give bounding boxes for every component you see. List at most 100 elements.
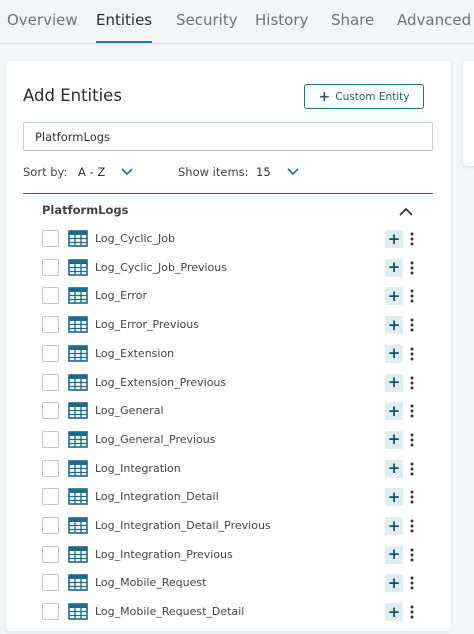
add-entity-button[interactable]: + <box>385 459 403 478</box>
tab-security[interactable]: Security <box>176 0 238 43</box>
table-icon <box>68 488 88 506</box>
entity-checkbox[interactable] <box>42 517 59 534</box>
entity-row: Log_Cyclic_Job_Previous + <box>23 254 433 282</box>
entity-row: Log_Integration_Previous + <box>23 541 433 569</box>
entity-row: Log_Error + <box>23 282 433 310</box>
plus-icon: + <box>387 459 401 478</box>
entity-group: PlatformLogs Log_Cyclic_Job + Log_Cyclic_J… <box>23 193 433 634</box>
chevron-up-icon[interactable] <box>399 207 413 216</box>
entity-name: Log_Extension_Previous <box>95 375 227 389</box>
entity-name: Log_Integration_Previous <box>95 547 233 561</box>
entity-checkbox[interactable] <box>42 545 59 563</box>
entity-name: Log_Mobile_Request_Detail <box>95 605 245 619</box>
tab-bar: Overview Entities Security History Share… <box>0 0 474 44</box>
entity-name: Log_General <box>95 404 164 418</box>
more-vertical-icon[interactable] <box>409 259 415 277</box>
entity-name: Log_Integration_Detail <box>95 490 219 504</box>
more-vertical-icon[interactable] <box>409 574 415 592</box>
entity-name: Log_Integration <box>95 461 181 475</box>
more-vertical-icon[interactable] <box>409 345 415 363</box>
entity-row: Log_Integration_Detail_Previous + <box>23 512 433 540</box>
entity-row: Log_General_Previous + <box>23 426 433 454</box>
entity-checkbox[interactable] <box>42 574 59 592</box>
entity-checkbox[interactable] <box>42 373 59 391</box>
entity-name: Log_Mobile_Request <box>95 576 207 590</box>
entity-row: Log_Integration_Detail + <box>23 483 433 511</box>
plus-icon: + <box>387 516 401 535</box>
tab-share[interactable]: Share <box>331 0 374 43</box>
more-vertical-icon[interactable] <box>409 517 415 535</box>
more-vertical-icon[interactable] <box>409 460 415 478</box>
table-icon <box>68 316 88 333</box>
side-card <box>463 61 474 166</box>
entity-checkbox[interactable] <box>42 430 59 448</box>
tab-entities[interactable]: Entities <box>96 0 153 43</box>
plus-icon: + <box>387 573 401 592</box>
tab-history[interactable]: History <box>255 0 308 43</box>
entity-name: Log_Cyclic_Job <box>95 232 176 245</box>
add-entity-button[interactable]: + <box>385 602 403 622</box>
custom-entity-button[interactable]: + Custom Entity <box>304 84 424 109</box>
table-icon <box>68 431 88 448</box>
more-vertical-icon[interactable] <box>409 374 415 392</box>
sort-select[interactable]: A - Z <box>78 165 105 179</box>
more-vertical-icon[interactable] <box>409 431 415 449</box>
plus-icon: + <box>318 88 331 105</box>
entity-checkbox[interactable] <box>42 230 59 247</box>
panel-title: Add Entities <box>23 86 122 105</box>
entity-checkbox[interactable] <box>42 488 59 506</box>
plus-icon: + <box>387 602 401 621</box>
table-icon <box>68 287 88 305</box>
entity-name: Log_Integration_Detail_Previous <box>95 519 271 532</box>
entity-name: Log_Cyclic_Job_Previous <box>95 260 227 274</box>
entity-checkbox[interactable] <box>42 258 59 276</box>
entity-row: Log_Mobile_Request_Detail + <box>23 598 433 626</box>
table-icon <box>68 258 88 276</box>
add-entity-button[interactable]: + <box>385 573 403 593</box>
more-vertical-icon[interactable] <box>409 230 415 248</box>
add-entity-button[interactable]: + <box>385 315 403 335</box>
add-entity-button[interactable]: + <box>385 258 403 277</box>
sort-label: Sort by: <box>23 165 68 179</box>
group-title: PlatformLogs <box>42 203 129 217</box>
chevron-down-icon[interactable] <box>287 168 299 176</box>
entity-checkbox[interactable] <box>42 402 59 420</box>
entity-name: Log_Extension <box>95 346 175 360</box>
entity-checkbox[interactable] <box>42 459 59 477</box>
show-items-select[interactable]: 15 <box>256 165 271 179</box>
custom-entity-label: Custom Entity <box>335 90 410 103</box>
entity-checkbox[interactable] <box>42 344 59 362</box>
add-entity-button[interactable]: + <box>385 430 403 449</box>
more-vertical-icon[interactable] <box>409 603 415 621</box>
tab-advanced[interactable]: Advanced <box>397 0 471 43</box>
entity-checkbox[interactable] <box>42 316 59 334</box>
table-icon <box>68 603 88 620</box>
table-icon <box>68 402 88 419</box>
plus-icon: + <box>387 401 401 420</box>
entity-name: Log_Error <box>95 289 147 303</box>
entity-checkbox[interactable] <box>42 603 59 621</box>
plus-icon: + <box>387 315 401 334</box>
add-entity-button[interactable]: + <box>385 545 403 564</box>
add-entity-button[interactable]: + <box>385 230 403 248</box>
plus-icon: + <box>387 344 401 363</box>
add-entity-button[interactable]: + <box>385 344 403 363</box>
table-icon <box>68 517 88 534</box>
search-input[interactable] <box>23 122 433 151</box>
more-vertical-icon[interactable] <box>409 287 415 305</box>
add-entity-button[interactable]: + <box>385 373 403 392</box>
entity-checkbox[interactable] <box>42 287 59 305</box>
add-entity-button[interactable]: + <box>385 401 403 421</box>
add-entity-button[interactable]: + <box>385 287 403 306</box>
group-header[interactable]: PlatformLogs <box>23 194 433 224</box>
tab-overview[interactable]: Overview <box>7 0 78 43</box>
more-vertical-icon[interactable] <box>409 488 415 506</box>
more-vertical-icon[interactable] <box>409 546 415 564</box>
add-entity-button[interactable]: + <box>385 517 403 535</box>
add-entities-panel: Add Entities + Custom Entity Sort by: A … <box>6 61 451 631</box>
more-vertical-icon[interactable] <box>409 316 415 334</box>
chevron-down-icon[interactable] <box>121 168 133 176</box>
plus-icon: + <box>387 373 401 391</box>
add-entity-button[interactable]: + <box>385 488 403 507</box>
more-vertical-icon[interactable] <box>409 402 415 420</box>
